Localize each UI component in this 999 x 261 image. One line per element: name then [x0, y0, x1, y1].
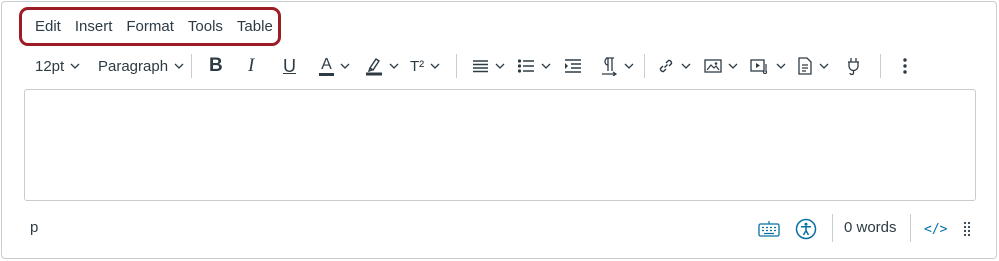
accessibility-icon — [795, 218, 817, 240]
superscript-button[interactable]: T² — [410, 52, 441, 80]
editor-content-area[interactable] — [24, 89, 976, 201]
code-icon: </> — [924, 221, 948, 237]
plug-icon — [848, 58, 859, 76]
highlighter-icon — [366, 58, 382, 76]
html-editor-toggle[interactable]: </> — [924, 216, 947, 242]
align-left-icon — [473, 60, 488, 73]
media-button[interactable] — [750, 52, 787, 80]
toolbar-divider — [880, 54, 881, 78]
chevron-down-icon — [776, 63, 786, 69]
image-icon — [704, 59, 722, 73]
status-divider — [832, 214, 833, 242]
bullet-list-icon — [517, 59, 534, 73]
font-size-value: 12pt — [35, 57, 65, 75]
chevron-down-icon — [541, 63, 551, 69]
block-format-value: Paragraph — [98, 57, 169, 75]
text-direction-button[interactable] — [600, 52, 635, 80]
indent-icon — [565, 59, 581, 73]
bold-icon: B — [209, 55, 223, 76]
font-size-select[interactable]: 12pt — [35, 52, 81, 80]
italic-button[interactable]: I — [248, 52, 254, 80]
menubar: Edit Insert Format Tools Table — [19, 7, 281, 46]
menu-table[interactable]: Table — [237, 18, 281, 36]
toolbar-divider — [191, 54, 192, 78]
menu-edit[interactable]: Edit — [35, 18, 69, 36]
chevron-down-icon — [624, 63, 634, 69]
toolbar-divider — [644, 54, 645, 78]
text-color-button[interactable]: A — [319, 52, 351, 80]
more-vertical-icon — [903, 58, 907, 74]
status-divider — [910, 214, 911, 242]
image-button[interactable] — [704, 52, 739, 80]
status-bar: p 0 words </> — [24, 214, 976, 244]
chevron-down-icon — [728, 63, 738, 69]
link-button[interactable] — [657, 52, 692, 80]
media-icon — [750, 59, 768, 74]
document-icon — [798, 57, 812, 75]
menu-format[interactable]: Format — [126, 18, 182, 36]
keyboard-shortcuts-button[interactable] — [758, 216, 780, 242]
resize-handle[interactable] — [963, 216, 971, 242]
chevron-down-icon — [340, 63, 350, 69]
align-button[interactable] — [472, 52, 506, 80]
link-icon — [659, 59, 673, 73]
rich-content-editor: Edit Insert Format Tools Table 12pt Para… — [1, 1, 997, 259]
chevron-down-icon — [681, 63, 691, 69]
apps-button[interactable] — [845, 52, 863, 80]
chevron-down-icon — [174, 63, 184, 69]
menu-tools[interactable]: Tools — [188, 18, 231, 36]
more-options-button[interactable] — [902, 52, 908, 80]
chevron-down-icon — [70, 63, 80, 69]
chevron-down-icon — [819, 63, 829, 69]
block-format-select[interactable]: Paragraph — [98, 52, 185, 80]
chevron-down-icon — [495, 63, 505, 69]
chevron-down-icon — [389, 63, 399, 69]
element-path[interactable]: p — [30, 219, 38, 236]
accessibility-checker-button[interactable] — [795, 216, 817, 242]
italic-icon: I — [248, 55, 255, 76]
paragraph-direction-icon — [602, 57, 618, 76]
highlight-color-button[interactable] — [365, 52, 400, 80]
indent-button[interactable] — [564, 52, 582, 80]
text-color-icon: A — [319, 56, 334, 76]
chevron-down-icon — [430, 63, 440, 69]
keyboard-icon — [758, 221, 780, 237]
superscript-icon: T² — [410, 57, 425, 75]
document-button[interactable] — [797, 52, 830, 80]
toolbar-divider — [456, 54, 457, 78]
drag-handle-icon — [963, 221, 971, 237]
list-button[interactable] — [517, 52, 552, 80]
word-count[interactable]: 0 words — [844, 219, 897, 236]
underline-button[interactable]: U — [283, 52, 296, 80]
editor-toolbar: 12pt Paragraph B I U A T² — [24, 52, 954, 80]
menu-insert[interactable]: Insert — [75, 18, 121, 36]
bold-button[interactable]: B — [209, 52, 223, 80]
underline-icon: U — [283, 55, 296, 76]
